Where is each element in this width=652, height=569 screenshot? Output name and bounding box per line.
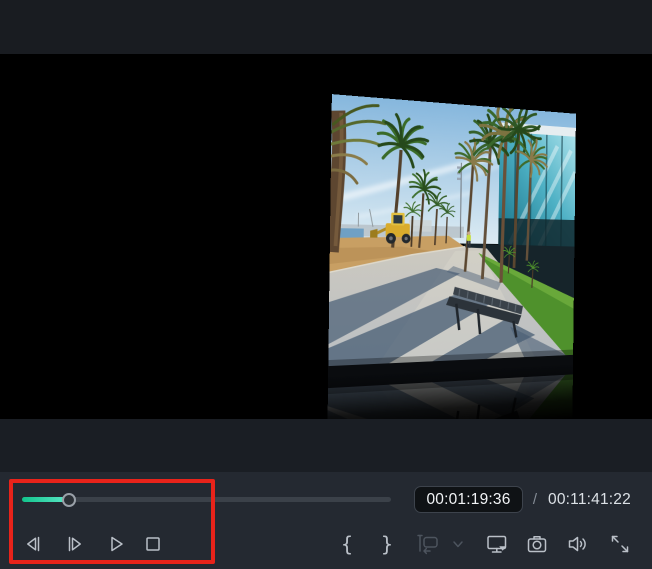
play-icon xyxy=(111,536,123,552)
second-display-icon xyxy=(487,535,507,553)
timecode-separator: / xyxy=(532,491,538,508)
preview-stage xyxy=(0,54,652,419)
total-duration: 00:11:41:22 xyxy=(548,490,631,508)
fullscreen-expand-icon xyxy=(611,535,629,553)
stop-button[interactable] xyxy=(138,529,168,559)
fullscreen-button[interactable] xyxy=(605,529,635,559)
camera-icon xyxy=(527,536,547,553)
play-button[interactable] xyxy=(101,529,131,559)
marker-dropdown-button[interactable] xyxy=(449,529,467,559)
stage-lower-band xyxy=(0,419,652,472)
chevron-down-icon xyxy=(453,541,463,548)
next-frame-icon xyxy=(68,536,81,552)
mark-out-icon: } xyxy=(380,532,394,556)
video-preview-frame xyxy=(328,94,576,377)
snapshot-button[interactable] xyxy=(522,529,552,559)
speaker-icon xyxy=(568,536,586,552)
seek-handle[interactable] xyxy=(61,492,76,507)
playback-control-bar: 00:01:19:36 / 00:11:41:22 {} xyxy=(0,472,652,569)
video-frame-image xyxy=(328,94,576,377)
video-preview-panel: 00:01:19:36 / 00:11:41:22 {} xyxy=(0,0,652,569)
play-on-second-display-button[interactable] xyxy=(482,529,512,559)
previous-frame-icon xyxy=(27,536,40,552)
current-timecode-value: 00:01:19:36 xyxy=(426,490,511,508)
mark-in-icon: { xyxy=(340,532,354,556)
top-toolbar xyxy=(0,0,652,54)
stop-icon xyxy=(146,537,160,551)
marker-button[interactable] xyxy=(413,529,443,559)
mark-out-button[interactable]: } xyxy=(372,529,402,559)
mark-in-button[interactable]: { xyxy=(332,529,362,559)
seek-slider[interactable] xyxy=(22,492,391,507)
current-timecode[interactable]: 00:01:19:36 xyxy=(414,486,523,513)
volume-button[interactable] xyxy=(562,529,592,559)
marker-icon xyxy=(417,534,438,554)
next-frame-button[interactable] xyxy=(60,529,90,559)
previous-frame-button[interactable] xyxy=(18,529,48,559)
